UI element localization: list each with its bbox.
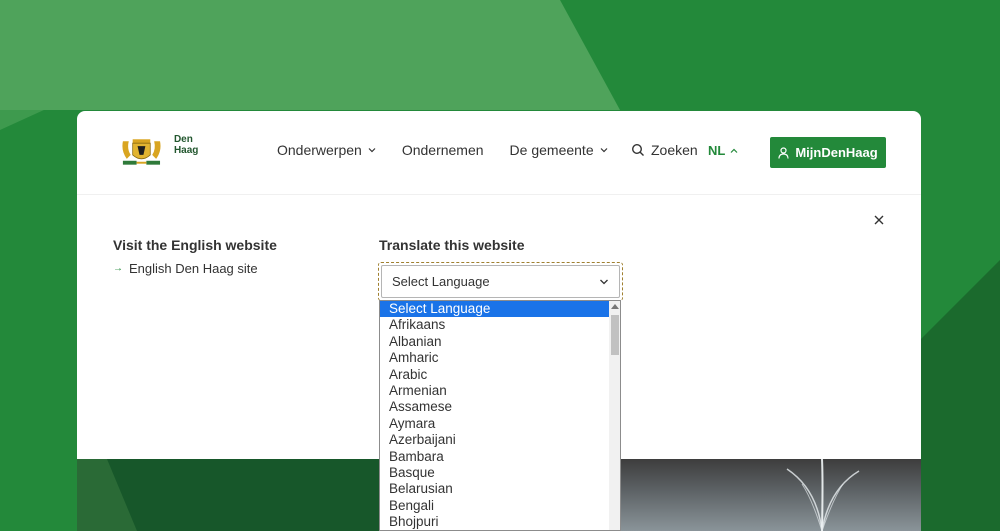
language-option[interactable]: Select Language [380,301,609,318]
fountain-image [786,459,860,531]
language-option[interactable]: Belarusian [380,481,609,497]
search-button[interactable]: Zoeken [631,142,698,158]
language-option[interactable]: Bhojpuri [380,514,609,530]
language-label: NL [708,143,726,158]
crest-icon [122,139,161,165]
language-toggle[interactable]: NL [708,143,738,158]
site-header: Den Haag Onderwerpen Ondernemen De gemee… [77,111,921,195]
nav-item-label: Onderwerpen [277,142,362,158]
language-option[interactable]: Amharic [380,350,609,366]
search-icon [631,143,644,156]
translate-website-title: Translate this website [379,237,525,253]
nav-item-de-gemeente[interactable]: De gemeente [510,142,608,158]
photo-shape [77,459,137,531]
language-option[interactable]: Afrikaans [380,317,609,333]
language-option[interactable]: Assamese [380,399,609,415]
english-site-link-label: English Den Haag site [129,261,258,276]
nav-item-ondernemen[interactable]: Ondernemen [402,142,484,158]
language-select-value: Select Language [392,274,490,289]
main-nav: Onderwerpen Ondernemen De gemeente [277,142,608,158]
language-options: Select Language Afrikaans Albanian Amhar… [380,301,609,530]
language-dropdown-list[interactable]: Select Language Afrikaans Albanian Amhar… [379,300,621,531]
dropdown-scrollbar[interactable] [609,301,620,530]
user-icon [778,146,789,159]
language-option[interactable]: Bambara [380,449,609,465]
mijndenhaag-label: MijnDenHaag [795,145,878,160]
logo-text: Den Haag [173,134,199,156]
nav-item-label: Ondernemen [401,142,484,158]
english-site-link[interactable]: → English Den Haag site [113,261,258,276]
english-website-title: Visit the English website [113,237,277,253]
language-option[interactable]: Azerbaijani [380,432,609,448]
language-option[interactable]: Arabic [380,367,609,383]
language-option[interactable]: Basque [380,465,609,481]
den-haag-logo[interactable]: Den Haag [119,133,219,169]
language-option[interactable]: Bengali [380,498,609,514]
language-option[interactable]: Armenian [380,383,609,399]
chevron-up-icon [730,148,738,153]
language-select-field[interactable]: Select Language [381,265,620,298]
close-icon[interactable] [872,213,886,227]
chevron-down-icon [368,148,376,153]
nav-item-label: De gemeente [509,142,594,158]
scrollbar-thumb[interactable] [611,315,619,355]
arrow-right-icon: → [113,263,123,274]
language-select[interactable]: Select Language [378,262,623,301]
search-label: Zoeken [651,142,698,158]
language-option[interactable]: Aymara [380,416,609,432]
nav-item-onderwerpen[interactable]: Onderwerpen [277,142,376,158]
language-option[interactable]: Albanian [380,334,609,350]
chevron-down-icon [600,279,608,284]
scroll-up-icon[interactable] [611,304,619,309]
chevron-down-icon [600,148,608,153]
mijndenhaag-button[interactable]: MijnDenHaag [770,137,886,168]
